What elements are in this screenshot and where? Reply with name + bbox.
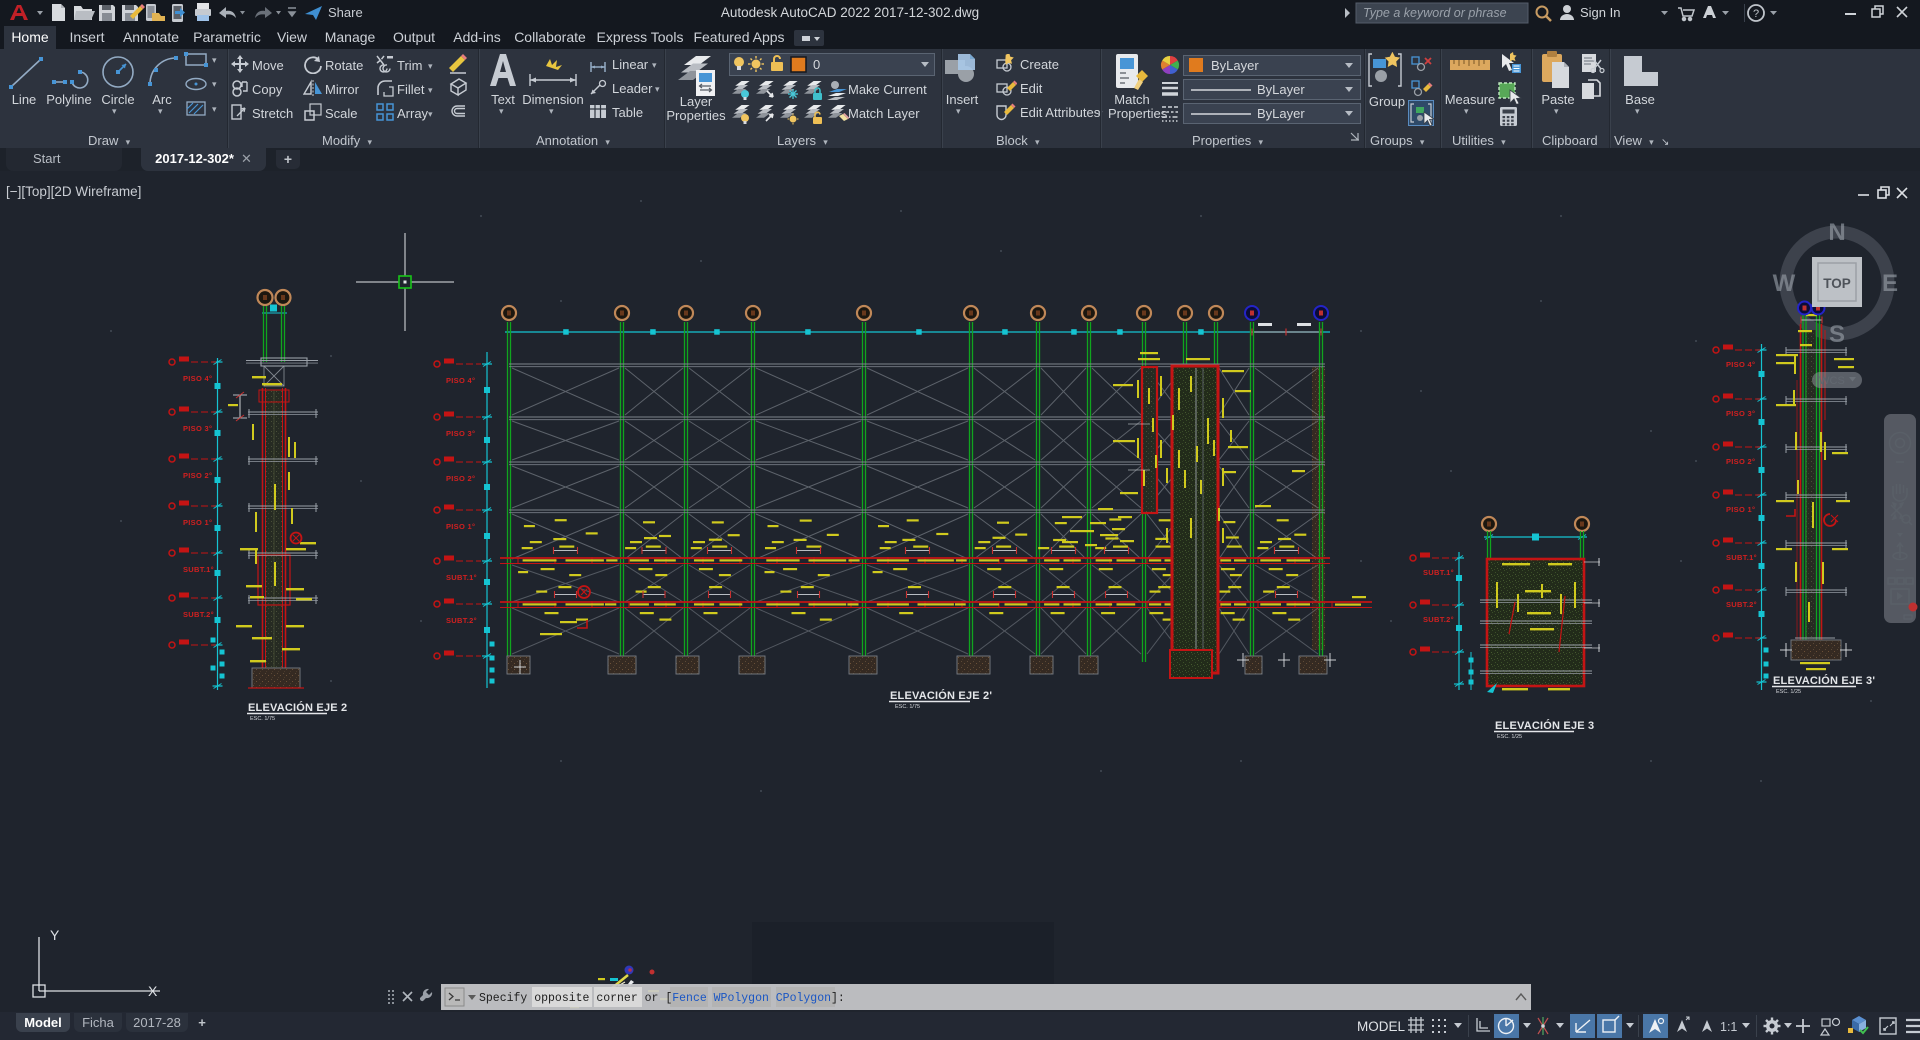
svg-text:ESC. 1/75: ESC. 1/75 bbox=[895, 704, 920, 710]
svg-text:ELEVACIÓN EJE 2': ELEVACIÓN EJE 2' bbox=[890, 689, 992, 702]
svg-text:PISO 1°: PISO 1° bbox=[446, 522, 475, 531]
svg-text:PISO 3°: PISO 3° bbox=[183, 424, 212, 433]
svg-text:SUBT.2°: SUBT.2° bbox=[446, 616, 477, 625]
svg-text:SUBT.2°: SUBT.2° bbox=[1423, 615, 1454, 624]
svg-text:PISO 4°: PISO 4° bbox=[446, 376, 475, 385]
svg-text:0: 0 bbox=[813, 57, 820, 72]
svg-text:MODEL: MODEL bbox=[1357, 1019, 1406, 1034]
svg-text:SUBT.1°: SUBT.1° bbox=[1726, 553, 1757, 562]
svg-text:ELEVACIÓN EJE 2: ELEVACIÓN EJE 2 bbox=[248, 701, 347, 714]
svg-text:PISO 2°: PISO 2° bbox=[183, 471, 212, 480]
svg-text:PISO 1°: PISO 1° bbox=[183, 518, 212, 527]
svg-text:ByLayer: ByLayer bbox=[1257, 82, 1305, 97]
svg-text:ELEVACIÓN EJE 3: ELEVACIÓN EJE 3 bbox=[1495, 719, 1594, 732]
svg-text:PISO 2°: PISO 2° bbox=[446, 474, 475, 483]
svg-text:PISO 3°: PISO 3° bbox=[1726, 409, 1755, 418]
svg-text:SUBT.1°: SUBT.1° bbox=[1423, 568, 1454, 577]
svg-text:[−][Top][2D Wireframe]: [−][Top][2D Wireframe] bbox=[6, 184, 141, 199]
svg-text:E: E bbox=[1882, 270, 1898, 297]
svg-text:WCS: WCS bbox=[1819, 375, 1845, 387]
svg-text:Y: Y bbox=[50, 927, 60, 943]
svg-text:PISO 4°: PISO 4° bbox=[1726, 360, 1755, 369]
svg-text:ByLayer: ByLayer bbox=[1257, 106, 1305, 121]
svg-text:ByLayer: ByLayer bbox=[1211, 58, 1259, 73]
svg-text:S: S bbox=[1829, 321, 1845, 348]
svg-text:PISO 2°: PISO 2° bbox=[1726, 457, 1755, 466]
svg-text:ESC. 1/25: ESC. 1/25 bbox=[1497, 734, 1522, 740]
svg-text:ELEVACIÓN EJE 3': ELEVACIÓN EJE 3' bbox=[1773, 674, 1875, 687]
svg-text:PISO 3°: PISO 3° bbox=[446, 429, 475, 438]
svg-text:1:1: 1:1 bbox=[1720, 1020, 1737, 1034]
svg-text:PISO 4°: PISO 4° bbox=[183, 374, 212, 383]
svg-text:ESC. 1/25: ESC. 1/25 bbox=[1776, 689, 1801, 695]
svg-text:SUBT.2°: SUBT.2° bbox=[183, 610, 214, 619]
svg-text:TOP: TOP bbox=[1823, 276, 1851, 291]
svg-text:SUBT.2°: SUBT.2° bbox=[1726, 600, 1757, 609]
svg-text:W: W bbox=[1773, 270, 1796, 297]
svg-text:PISO 1°: PISO 1° bbox=[1726, 505, 1755, 514]
svg-text:Specify opposite corner or [Fe: Specify opposite corner or [Fence WPolyg… bbox=[479, 992, 845, 1005]
svg-text:N: N bbox=[1828, 219, 1845, 246]
svg-text:SUBT.1°: SUBT.1° bbox=[183, 565, 214, 574]
svg-text:ESC. 1/75: ESC. 1/75 bbox=[250, 716, 275, 722]
svg-text:X: X bbox=[148, 983, 158, 999]
svg-text:SUBT.1°: SUBT.1° bbox=[446, 573, 477, 582]
